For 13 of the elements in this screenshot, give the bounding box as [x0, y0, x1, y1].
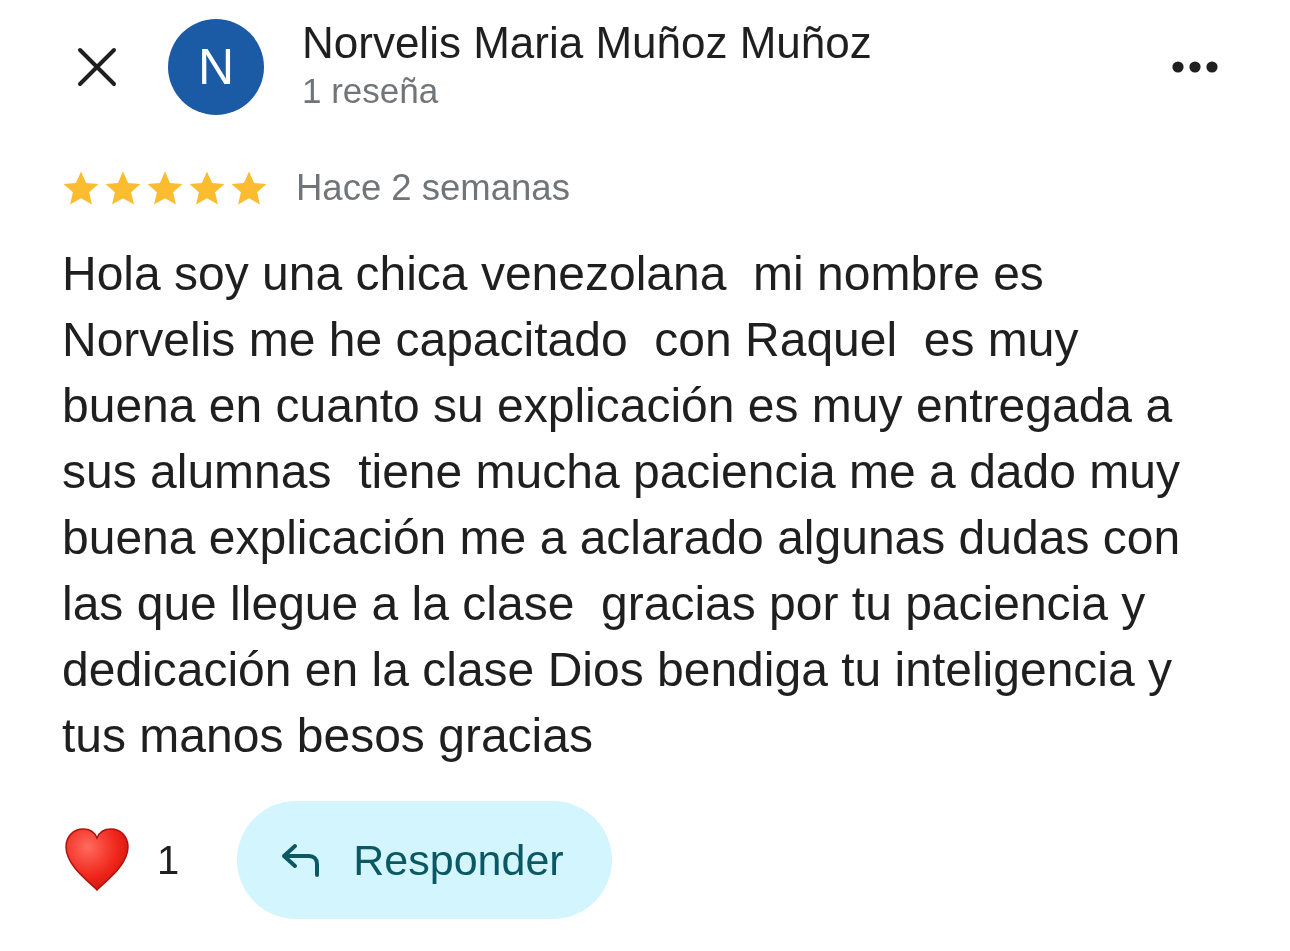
reply-arrow-icon — [281, 843, 322, 877]
review-time: Hace 2 semanas — [296, 167, 570, 209]
heart-icon — [64, 828, 130, 892]
reply-button[interactable]: Responder — [237, 801, 612, 919]
reaction-count: 1 — [157, 837, 180, 883]
close-icon — [77, 47, 117, 87]
avatar: N — [168, 19, 264, 115]
close-button[interactable] — [77, 47, 117, 87]
more-dots-icon — [1172, 61, 1218, 73]
review-count: 1 reseña — [302, 70, 440, 112]
review-text: Hola soy una chica venezolana mi nombre es Norvelis me he capacitado con Raquel es muy buena en cuanto su explicación es muy entregada a sus alumnas tiene mucha paciencia me a dado muy buena explicación me a aclarado algunas dudas con las que llegue a la clase gracias por tu paciencia y dedicación en la clase Dios bendiga tu inteligencia y tus manos besos gracias — [62, 246, 1182, 764]
more-button[interactable] — [1172, 61, 1218, 73]
reviewer-name: Norvelis Maria Muñoz Muñoz — [302, 18, 872, 68]
